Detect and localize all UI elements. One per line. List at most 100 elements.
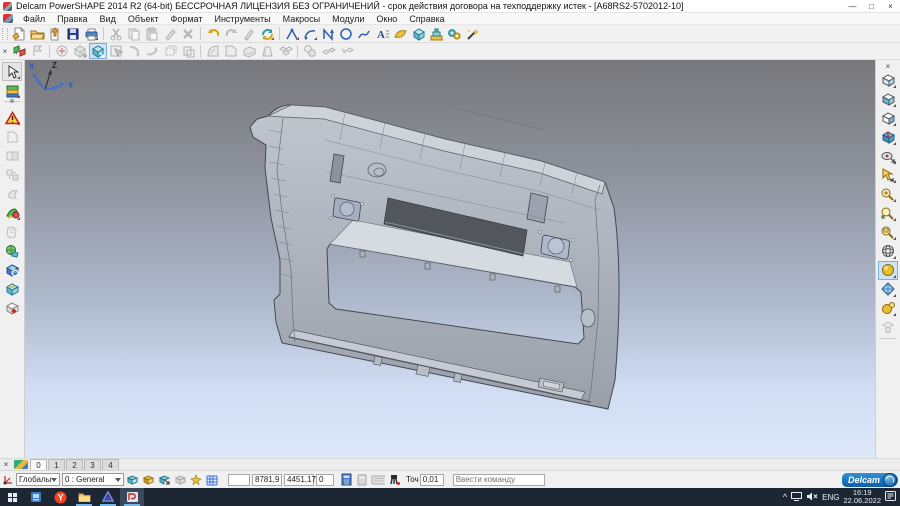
text-tool-icon[interactable]: A xyxy=(373,26,391,42)
tools-color-icon[interactable] xyxy=(2,203,22,222)
workplane-edit-icon[interactable] xyxy=(157,473,171,487)
workplane-dropdown[interactable]: Глобальны xyxy=(16,473,60,486)
menu-modules[interactable]: Модули xyxy=(326,13,370,25)
menu-view[interactable]: Вид xyxy=(94,13,122,25)
cad-viewer-button[interactable] xyxy=(96,488,120,506)
tray-chevron-icon[interactable]: ^ xyxy=(783,492,787,502)
levels-mini-icon[interactable] xyxy=(14,460,28,469)
snap-star-icon[interactable] xyxy=(189,473,203,487)
axis-x-label: X xyxy=(29,62,35,71)
levels-icon[interactable] xyxy=(2,81,22,100)
shaded-sphere-icon[interactable] xyxy=(878,261,898,280)
diamond-view-icon[interactable] xyxy=(878,280,898,299)
wireframe-cube-icon[interactable] xyxy=(878,71,898,90)
world-box-icon[interactable] xyxy=(2,241,22,260)
outline-a-icon xyxy=(161,43,179,59)
robot-tool-icon[interactable] xyxy=(387,473,401,487)
views-toolbar-close-icon[interactable]: × xyxy=(876,61,900,71)
view-box-icon[interactable] xyxy=(2,260,22,279)
assembly-tool-icon[interactable] xyxy=(445,26,463,42)
coord-y-field[interactable]: 4451,17 xyxy=(284,474,314,486)
toolbar-grip[interactable] xyxy=(2,28,8,40)
menu-macros[interactable]: Макросы xyxy=(277,13,327,25)
menu-edit[interactable]: Правка xyxy=(51,13,93,25)
viewport-3d[interactable]: X Z Y xyxy=(25,60,875,458)
toolbar-close-icon[interactable]: × xyxy=(0,46,10,56)
menu-tools[interactable]: Инструменты xyxy=(208,13,276,25)
menu-format[interactable]: Формат xyxy=(165,13,209,25)
workplane-axis-icon[interactable] xyxy=(1,473,15,487)
intersect-a-icon xyxy=(2,146,22,165)
print-icon[interactable] xyxy=(82,26,100,42)
line-tool-icon[interactable] xyxy=(283,26,301,42)
coord-x-field[interactable]: 8781,9 xyxy=(252,474,282,486)
zoom-box-icon[interactable] xyxy=(878,223,898,242)
curve-tool-icon[interactable] xyxy=(355,26,373,42)
sphere-pair-icon[interactable] xyxy=(878,299,898,318)
yandex-browser-button[interactable]: Y xyxy=(48,488,72,506)
workplane-single-icon[interactable] xyxy=(125,473,139,487)
keypad-icon xyxy=(371,473,385,487)
cad-model-truck-panel[interactable] xyxy=(25,60,875,458)
level-tab-3[interactable]: 3 xyxy=(84,459,101,470)
circle-tool-icon[interactable] xyxy=(337,26,355,42)
notification-center-icon[interactable] xyxy=(885,491,896,503)
level-tab-4[interactable]: 4 xyxy=(102,459,119,470)
minimize-button[interactable]: — xyxy=(843,0,862,13)
start-button[interactable] xyxy=(0,488,24,506)
close-button[interactable]: × xyxy=(881,0,900,13)
select-arrow-icon[interactable] xyxy=(2,62,22,81)
new-file-icon[interactable] xyxy=(10,26,28,42)
feature-tool-icon[interactable] xyxy=(427,26,445,42)
grid-icon[interactable] xyxy=(205,473,219,487)
level-dropdown[interactable]: 0 : General xyxy=(62,473,124,486)
compare-models-icon[interactable] xyxy=(10,43,28,59)
refresh-icon[interactable] xyxy=(258,26,276,42)
dynamic-section-cube-icon[interactable] xyxy=(878,128,898,147)
surface-tool-icon[interactable] xyxy=(391,26,409,42)
solid-tool-icon[interactable] xyxy=(409,26,427,42)
warning-icon[interactable] xyxy=(2,108,22,127)
cubes-group-icon xyxy=(276,43,294,59)
file-explorer-button[interactable] xyxy=(72,488,96,506)
command-input[interactable] xyxy=(453,474,545,486)
arc-tool-icon[interactable] xyxy=(301,26,319,42)
tolerance-field[interactable]: 0,01 xyxy=(420,474,444,486)
view-spin-icon[interactable] xyxy=(878,147,898,166)
import-icon[interactable] xyxy=(46,26,64,42)
menu-window[interactable]: Окно xyxy=(370,13,403,25)
wire-globe-icon[interactable] xyxy=(878,242,898,261)
solid-extrude-selected-icon[interactable] xyxy=(89,43,107,59)
cursor-view-icon[interactable] xyxy=(878,166,898,185)
search-tile-button[interactable] xyxy=(24,488,48,506)
save-icon[interactable] xyxy=(64,26,82,42)
wizard-tool-icon[interactable] xyxy=(463,26,481,42)
clock[interactable]: 16:1922.06.2022 xyxy=(843,489,881,505)
polyline-tool-icon[interactable] xyxy=(319,26,337,42)
shaded-cube-icon[interactable] xyxy=(878,90,898,109)
menu-file[interactable]: Файл xyxy=(17,13,51,25)
hidden-line-cube-icon[interactable] xyxy=(878,109,898,128)
coord-z-field[interactable]: 0 xyxy=(316,474,334,486)
speaker-muted-icon[interactable] xyxy=(806,492,818,503)
level-tab-0[interactable]: 0 xyxy=(30,459,47,470)
open-file-icon[interactable] xyxy=(28,26,46,42)
storage-box-icon[interactable] xyxy=(2,279,22,298)
menu-help[interactable]: Справка xyxy=(403,13,450,25)
undo-icon[interactable] xyxy=(204,26,222,42)
monitor-icon[interactable] xyxy=(791,492,802,503)
language-indicator[interactable]: ENG xyxy=(822,493,839,502)
level-tab-1[interactable]: 1 xyxy=(48,459,65,470)
workplane-multi-icon[interactable] xyxy=(141,473,155,487)
level-tabs-close-icon[interactable]: × xyxy=(0,460,12,469)
svg-text:A: A xyxy=(377,29,385,41)
toolbar-separator xyxy=(49,45,50,58)
level-tab-2[interactable]: 2 xyxy=(66,459,83,470)
maximize-button[interactable]: □ xyxy=(862,0,881,13)
zoom-in-icon[interactable] xyxy=(878,185,898,204)
first-aid-box-icon[interactable] xyxy=(2,298,22,317)
zoom-full-icon[interactable] xyxy=(878,204,898,223)
menu-object[interactable]: Объект xyxy=(122,13,165,25)
powershape-app-button[interactable] xyxy=(120,488,144,506)
calculator-icon[interactable] xyxy=(339,473,353,487)
